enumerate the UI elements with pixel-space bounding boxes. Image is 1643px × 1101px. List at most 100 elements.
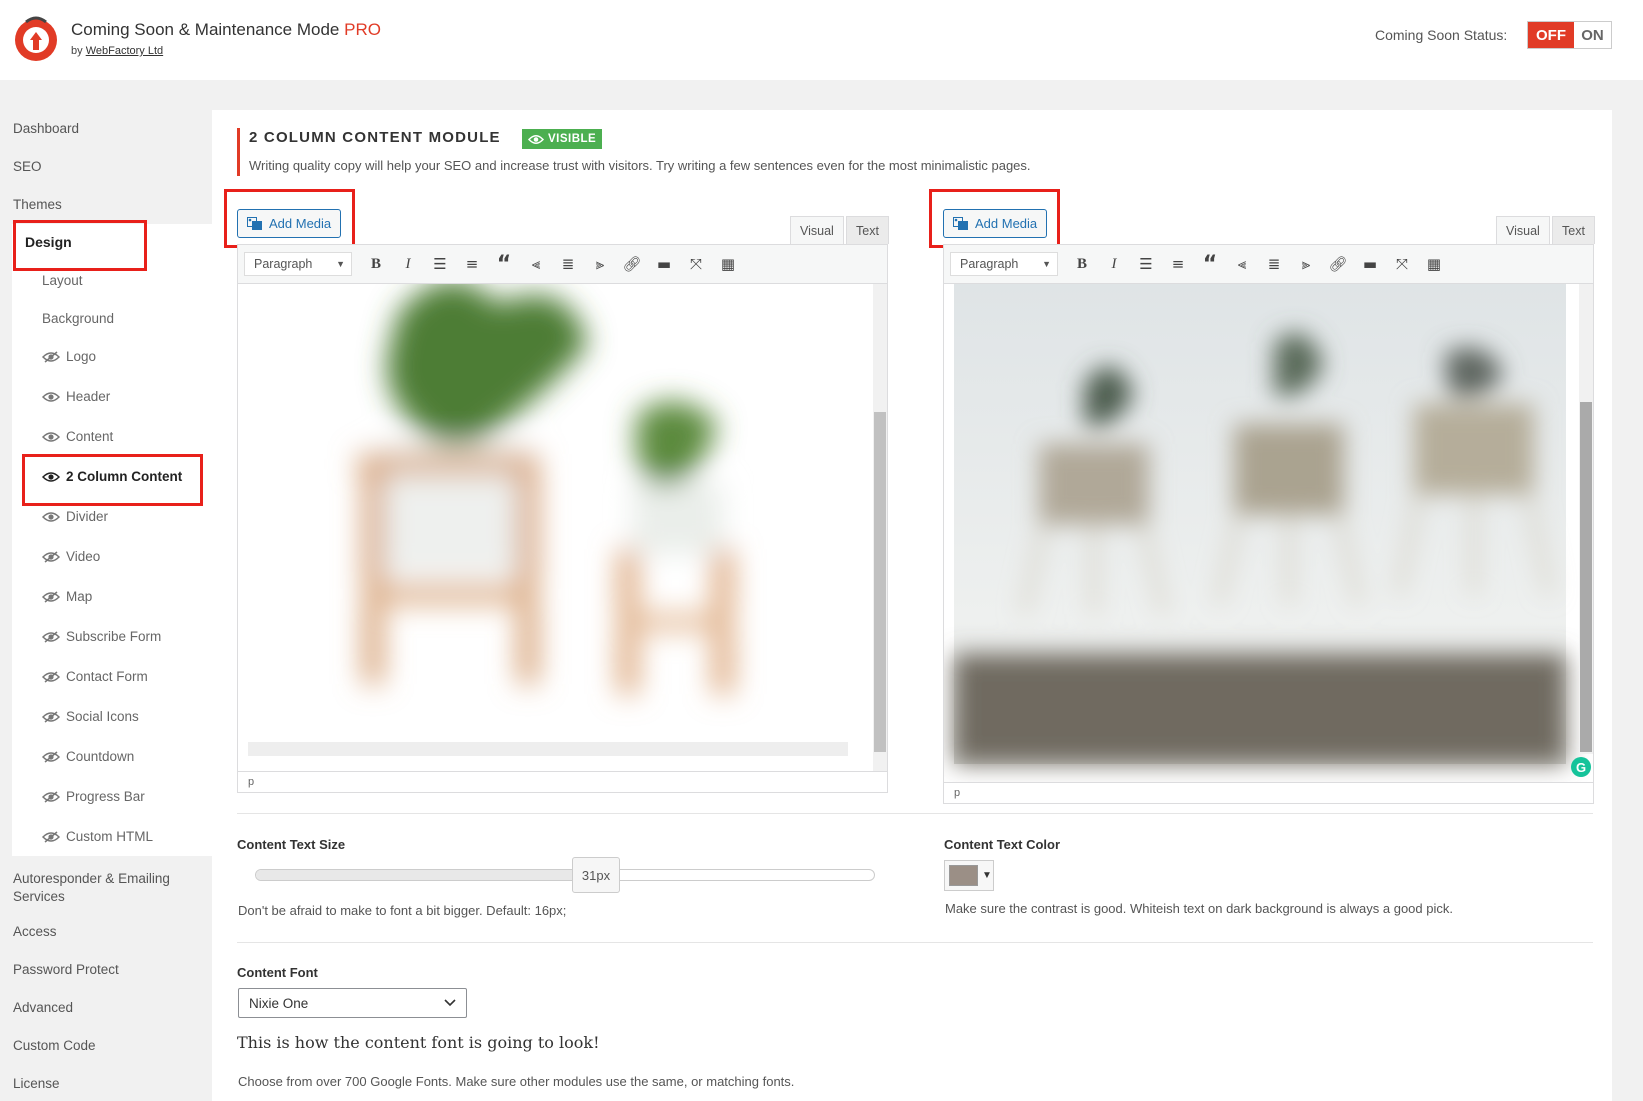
toolbar-toggle-icon[interactable]: ▦ xyxy=(712,250,744,278)
visible-badge[interactable]: VISIBLE xyxy=(522,129,603,149)
nav-autoresponder[interactable]: Autoresponder & Emailing Services xyxy=(13,870,203,906)
nav-module-logo[interactable]: Logo xyxy=(42,349,96,364)
status-path-left: p xyxy=(248,776,255,788)
numbered-list-icon[interactable]: ≡ xyxy=(456,250,488,278)
byline: by WebFactory Ltd xyxy=(71,45,163,57)
bullet-list-icon[interactable]: ☰ xyxy=(424,250,456,278)
eye-icon xyxy=(42,511,60,522)
nav-module-video[interactable]: Video xyxy=(42,549,100,564)
editor-content-right[interactable]: G xyxy=(943,284,1594,782)
italic-button[interactable]: I xyxy=(392,250,424,278)
eye-hidden-icon xyxy=(42,750,60,763)
fullscreen-icon[interactable]: ⤧ xyxy=(1386,250,1418,278)
nav-module-countdown[interactable]: Countdown xyxy=(42,749,134,764)
content-text-size-slider[interactable] xyxy=(255,869,875,881)
nav-dashboard[interactable]: Dashboard xyxy=(13,121,79,136)
link-icon[interactable]: 🔗︎ xyxy=(1322,250,1354,278)
module-accent-bar xyxy=(237,128,240,176)
align-left-icon[interactable]: ⫷ xyxy=(1226,250,1258,278)
nav-module-label: Progress Bar xyxy=(66,789,145,804)
eye-icon xyxy=(42,391,60,402)
blockquote-icon[interactable]: “ xyxy=(488,250,520,278)
fullscreen-icon[interactable]: ⤧ xyxy=(680,250,712,278)
align-right-icon[interactable]: ⫸ xyxy=(584,250,616,278)
nav-advanced[interactable]: Advanced xyxy=(13,1000,73,1015)
toggle-off[interactable]: OFF xyxy=(1528,22,1574,48)
tab-text-right[interactable]: Text xyxy=(1552,216,1595,244)
eye-hidden-icon xyxy=(42,630,60,643)
nav-module-social-icons[interactable]: Social Icons xyxy=(42,709,139,724)
link-icon[interactable]: 🔗︎ xyxy=(616,250,648,278)
nav-seo[interactable]: SEO xyxy=(13,159,42,174)
tab-text-left[interactable]: Text xyxy=(846,216,889,244)
media-icon xyxy=(953,216,968,230)
nav-layout[interactable]: Layout xyxy=(42,273,83,288)
plant-stand-image-icon xyxy=(238,284,887,771)
align-right-icon[interactable]: ⫸ xyxy=(1290,250,1322,278)
nav-module-label: Countdown xyxy=(66,749,135,764)
visible-badge-label: VISIBLE xyxy=(548,133,597,145)
nav-themes[interactable]: Themes xyxy=(13,197,62,212)
read-more-icon[interactable]: ▬ xyxy=(1354,250,1386,278)
editor-statusbar-right: p xyxy=(943,782,1594,804)
nav-module-header[interactable]: Header xyxy=(42,389,110,404)
content-font-preview: This is how the content font is going to… xyxy=(237,1033,600,1052)
toolbar-toggle-icon[interactable]: ▦ xyxy=(1418,250,1450,278)
bullet-list-icon[interactable]: ☰ xyxy=(1130,250,1162,278)
align-center-icon[interactable]: ≣ xyxy=(1258,250,1290,278)
nav-access[interactable]: Access xyxy=(13,924,57,939)
nav-module-label: Subscribe Form xyxy=(66,629,162,644)
scrollbar-thumb-left[interactable] xyxy=(874,412,886,752)
read-more-icon[interactable]: ▬ xyxy=(648,250,680,278)
chevron-down-icon: ▼ xyxy=(1042,259,1051,269)
scrollbar-thumb-right[interactable] xyxy=(1580,402,1592,752)
content-font-value: Nixie One xyxy=(249,995,309,1011)
color-swatch xyxy=(949,865,978,886)
nav-license[interactable]: License xyxy=(13,1076,60,1091)
highlight-design xyxy=(13,220,147,271)
nav-background[interactable]: Background xyxy=(42,311,114,326)
nav-module-map[interactable]: Map xyxy=(42,589,92,604)
nav-module-progress-bar[interactable]: Progress Bar xyxy=(42,789,145,804)
numbered-list-icon[interactable]: ≡ xyxy=(1162,250,1194,278)
content-text-color-picker[interactable]: ▼ xyxy=(944,860,994,891)
scrollbar-left[interactable] xyxy=(873,284,887,771)
slider-fill xyxy=(256,870,597,880)
content-text-color-help: Make sure the contrast is good. Whiteish… xyxy=(945,901,1453,916)
module-title: 2 COLUMN CONTENT MODULE xyxy=(249,129,501,146)
app-logo-icon xyxy=(15,16,57,61)
nav-module-custom-html[interactable]: Custom HTML xyxy=(42,829,153,844)
nav-module-contact-form[interactable]: Contact Form xyxy=(42,669,148,684)
blockquote-icon[interactable]: “ xyxy=(1194,250,1226,278)
content-font-select[interactable]: Nixie One xyxy=(238,988,467,1018)
nav-module-divider[interactable]: Divider xyxy=(42,509,108,524)
scrollbar-right[interactable] xyxy=(1579,284,1593,754)
nav-module-label: Video xyxy=(66,549,101,564)
grammarly-icon[interactable]: G xyxy=(1571,757,1591,777)
format-select-right[interactable]: Paragraph ▼ xyxy=(950,252,1058,276)
nav-module-content[interactable]: Content xyxy=(42,429,113,444)
editor-toolbar-left: Paragraph ▼ B I ☰ ≡ “ ⫷ ≣ ⫸ 🔗︎ ▬ ⤧ ▦ xyxy=(237,244,888,284)
coming-soon-toggle[interactable]: OFF ON xyxy=(1527,21,1612,49)
nav-password-protect[interactable]: Password Protect xyxy=(13,962,119,977)
editor-content-left[interactable] xyxy=(237,284,888,771)
format-select-left[interactable]: Paragraph ▼ xyxy=(244,252,352,276)
bold-button[interactable]: B xyxy=(360,250,392,278)
tab-visual-right[interactable]: Visual xyxy=(1496,216,1550,244)
editor-toolbar-right: Paragraph ▼ B I ☰ ≡ “ ⫷ ≣ ⫸ 🔗︎ ▬ ⤧ ▦ xyxy=(943,244,1594,284)
eye-hidden-icon xyxy=(42,670,60,683)
align-center-icon[interactable]: ≣ xyxy=(552,250,584,278)
add-media-button-right[interactable]: Add Media xyxy=(943,209,1048,238)
company-link[interactable]: WebFactory Ltd xyxy=(86,45,163,57)
nav-custom-code[interactable]: Custom Code xyxy=(13,1038,96,1053)
align-left-icon[interactable]: ⫷ xyxy=(520,250,552,278)
tab-visual-left[interactable]: Visual xyxy=(790,216,844,244)
nav-module-subscribe-form[interactable]: Subscribe Form xyxy=(42,629,161,644)
slider-handle[interactable]: 31px xyxy=(572,857,620,893)
add-media-button-left[interactable]: Add Media xyxy=(237,209,342,238)
chevron-down-icon: ▼ xyxy=(982,870,992,881)
toggle-on[interactable]: ON xyxy=(1574,22,1611,48)
bold-button[interactable]: B xyxy=(1066,250,1098,278)
italic-button[interactable]: I xyxy=(1098,250,1130,278)
status-path-right: p xyxy=(954,787,961,799)
